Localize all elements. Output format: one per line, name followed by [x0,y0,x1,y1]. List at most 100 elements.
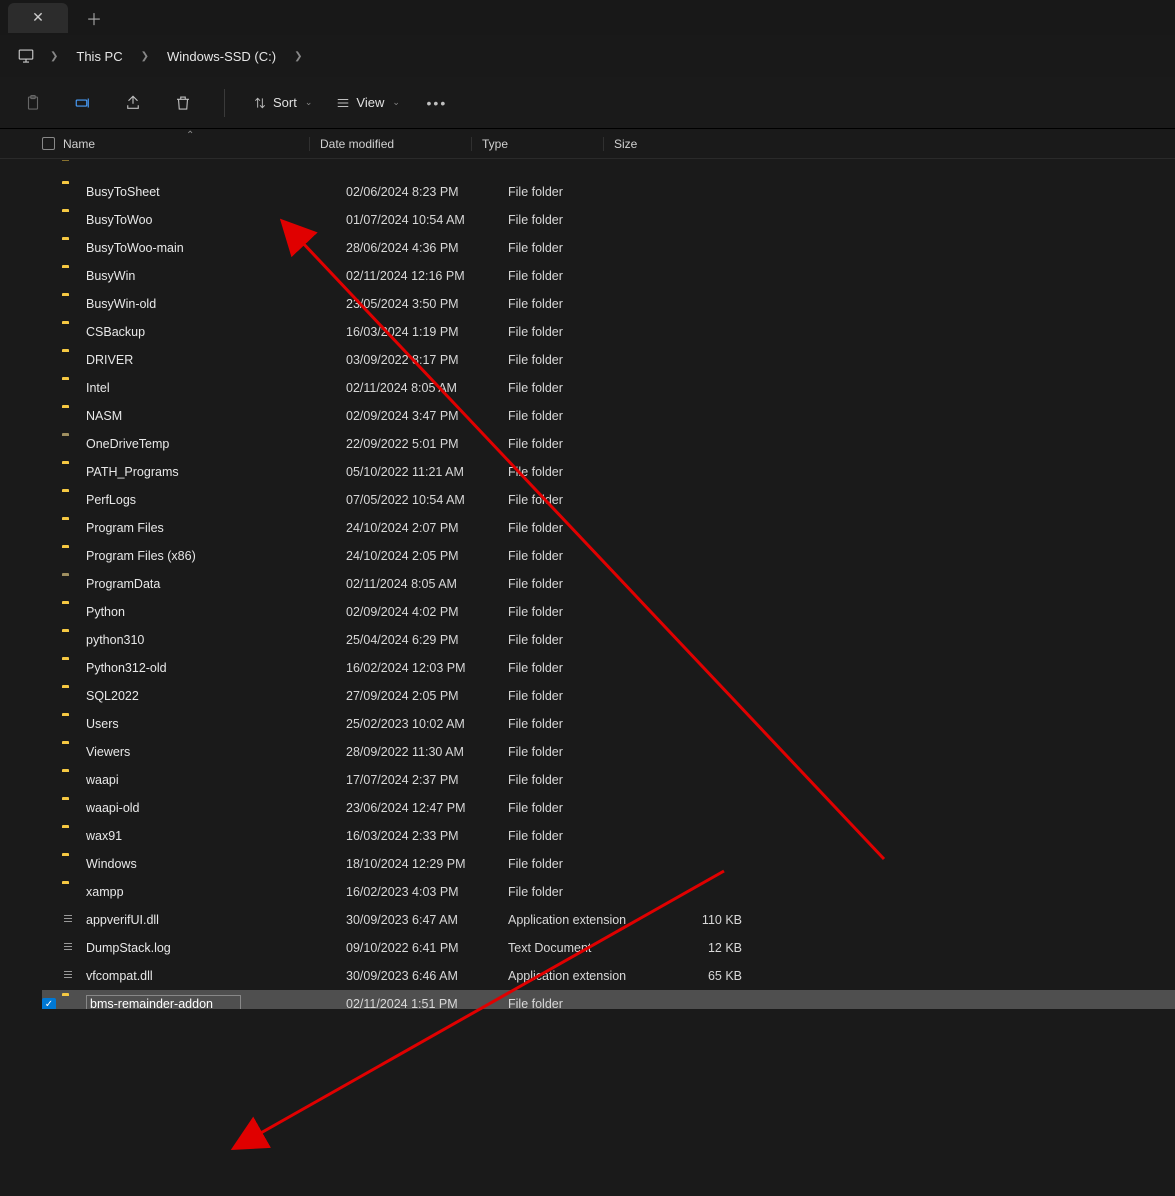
table-row[interactable]: DRIVER03/09/2022 8:17 PMFile folder [42,346,1175,374]
file-type: File folder [508,577,682,591]
address-bar[interactable]: ❯ This PC ❯ Windows-SSD (C:) ❯ [0,35,1175,77]
select-all-checkbox[interactable] [42,137,55,150]
more-button[interactable]: ••• [424,90,450,116]
folder-icon [62,548,80,564]
file-type: File folder [508,409,682,423]
table-row[interactable]: CSBackup16/03/2024 1:19 PMFile folder [42,318,1175,346]
file-type: File folder [508,605,682,619]
file-name[interactable] [86,995,346,1009]
file-name[interactable]: vfcompat.dll [86,969,346,983]
col-name[interactable]: Name [42,137,309,151]
rename-input[interactable] [86,995,241,1009]
col-size[interactable]: Size [603,137,693,151]
table-row[interactable]: appverifUI.dll30/09/2023 6:47 AMApplicat… [42,906,1175,934]
table-row[interactable]: DumpStack.log09/10/2022 6:41 PMText Docu… [42,934,1175,962]
table-row[interactable]: OneDriveTemp22/09/2022 5:01 PMFile folde… [42,430,1175,458]
table-row[interactable]: ProgramData02/11/2024 8:05 AMFile folder [42,570,1175,598]
col-type[interactable]: Type [471,137,603,151]
file-date: 02/11/2024 1:51 PM [346,997,508,1009]
table-row[interactable]: 02/11/2024 1:51 PMFile folder [42,990,1175,1009]
file-name[interactable]: BusyWin [86,269,346,283]
file-name[interactable]: python310 [86,633,346,647]
sort-button[interactable]: Sort ⌄ [253,95,312,110]
table-row[interactable]: waapi-old23/06/2024 12:47 PMFile folder [42,794,1175,822]
file-type: File folder [508,213,682,227]
table-row[interactable]: BusyWin-old23/05/2024 3:50 PMFile folder [42,290,1175,318]
row-checkbox[interactable] [42,996,62,1009]
table-row[interactable]: Users25/02/2023 10:02 AMFile folder [42,710,1175,738]
chevron-right-icon[interactable]: ❯ [286,51,310,62]
breadcrumb-drive[interactable]: Windows-SSD (C:) [161,47,282,66]
file-name[interactable]: OneDriveTemp [86,437,346,451]
table-row[interactable]: Program Files24/10/2024 2:07 PMFile fold… [42,514,1175,542]
share-icon[interactable] [120,90,146,116]
file-name[interactable]: PerfLogs [86,493,346,507]
paste-icon[interactable] [20,90,46,116]
table-row[interactable]: vfcompat.dll30/09/2023 6:46 AMApplicatio… [42,962,1175,990]
new-tab-button[interactable]: ＋ [76,3,112,33]
file-type: File folder [508,745,682,759]
table-row[interactable]: PATH_Programs05/10/2022 11:21 AMFile fol… [42,458,1175,486]
file-name[interactable]: Windows [86,857,346,871]
file-name[interactable]: waapi-old [86,801,346,815]
delete-icon[interactable] [170,90,196,116]
table-row[interactable]: PerfLogs07/05/2022 10:54 AMFile folder [42,486,1175,514]
table-row[interactable]: Python312-old16/02/2024 12:03 PMFile fol… [42,654,1175,682]
file-name[interactable]: SQL2022 [86,689,346,703]
file-name[interactable]: PATH_Programs [86,465,346,479]
table-row[interactable]: python31025/04/2024 6:29 PMFile folder [42,626,1175,654]
chevron-right-icon[interactable]: ❯ [42,51,66,62]
table-row[interactable] [42,160,1175,178]
file-name[interactable]: Program Files (x86) [86,549,346,563]
file-name[interactable]: BusyToWoo [86,213,346,227]
file-name[interactable]: Viewers [86,745,346,759]
file-name[interactable]: Program Files [86,521,346,535]
monitor-icon[interactable] [14,44,38,68]
table-row[interactable]: wax9116/03/2024 2:33 PMFile folder [42,822,1175,850]
chevron-right-icon[interactable]: ❯ [133,51,157,62]
file-name[interactable]: Users [86,717,346,731]
file-name[interactable]: BusyWin-old [86,297,346,311]
file-date: 25/04/2024 6:29 PM [346,633,508,647]
table-row[interactable]: BusyToSheet02/06/2024 8:23 PMFile folder [42,178,1175,206]
file-name[interactable]: DumpStack.log [86,941,346,955]
table-row[interactable]: BusyWin02/11/2024 12:16 PMFile folder [42,262,1175,290]
col-date[interactable]: Date modified [309,137,471,151]
folder-icon [62,240,80,256]
file-name[interactable]: CSBackup [86,325,346,339]
table-row[interactable]: SQL202227/09/2024 2:05 PMFile folder [42,682,1175,710]
file-date: 02/11/2024 8:05 AM [346,577,508,591]
scroll-up-caret[interactable]: ⌃ [186,130,194,141]
table-row[interactable]: Viewers28/09/2022 11:30 AMFile folder [42,738,1175,766]
table-row[interactable]: BusyToWoo-main28/06/2024 4:36 PMFile fol… [42,234,1175,262]
close-tab-icon[interactable]: ✕ [32,9,44,26]
file-name[interactable]: waapi [86,773,346,787]
table-row[interactable]: NASM02/09/2024 3:47 PMFile folder [42,402,1175,430]
table-row[interactable]: Windows18/10/2024 12:29 PMFile folder [42,850,1175,878]
table-row[interactable]: waapi17/07/2024 2:37 PMFile folder [42,766,1175,794]
file-name[interactable]: appverifUI.dll [86,913,346,927]
breadcrumb-root[interactable]: This PC [70,47,128,66]
file-name[interactable]: Python312-old [86,661,346,675]
active-tab[interactable]: ✕ [8,3,68,33]
file-name[interactable]: wax91 [86,829,346,843]
file-name[interactable]: Python [86,605,346,619]
column-headers[interactable]: Name Date modified Type Size [0,129,1175,159]
file-name[interactable]: DRIVER [86,353,346,367]
rename-icon[interactable] [70,90,96,116]
table-row[interactable]: BusyToWoo01/07/2024 10:54 AMFile folder [42,206,1175,234]
file-name[interactable]: BusyToSheet [86,185,346,199]
table-row[interactable]: Python02/09/2024 4:02 PMFile folder [42,598,1175,626]
file-name[interactable]: ProgramData [86,577,346,591]
file-name[interactable]: Intel [86,381,346,395]
file-name[interactable]: xampp [86,885,346,899]
file-name[interactable]: NASM [86,409,346,423]
table-row[interactable]: Program Files (x86)24/10/2024 2:05 PMFil… [42,542,1175,570]
table-row[interactable]: Intel02/11/2024 8:05 AMFile folder [42,374,1175,402]
file-size: 65 KB [682,969,742,983]
folder-icon [62,576,80,592]
table-row[interactable]: xampp16/02/2023 4:03 PMFile folder [42,878,1175,906]
file-name[interactable]: BusyToWoo-main [86,241,346,255]
view-button[interactable]: View ⌄ [336,95,400,110]
folder-icon [62,688,80,704]
